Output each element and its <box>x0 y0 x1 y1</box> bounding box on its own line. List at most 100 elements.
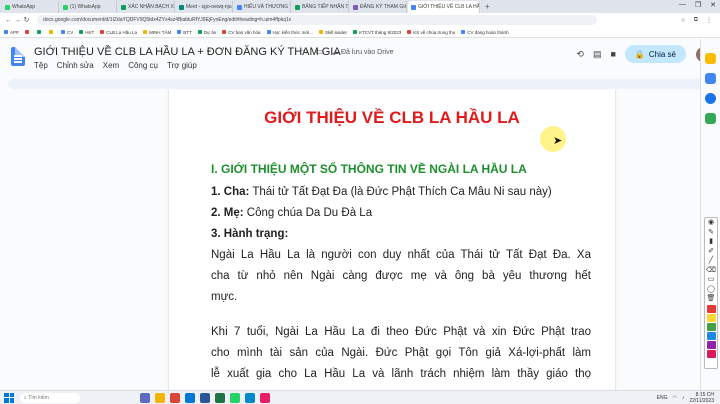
minimize-icon[interactable]: — <box>679 1 686 9</box>
color-red-swatch[interactable] <box>706 304 716 313</box>
bookmark-item[interactable]: CV ban văn hóa <box>222 30 261 35</box>
bookmark-item[interactable]: KS về chùa trung thu <box>407 30 455 35</box>
bookmark-item[interactable]: KTCVT tháng 9/2023 <box>353 30 401 35</box>
line-icon[interactable]: ╱ <box>709 257 713 266</box>
bookmark-star-icon[interactable]: ☆ <box>680 17 685 24</box>
browser-tab[interactable]: Meet - sgo-oewq-nju <box>176 1 233 13</box>
comment-icon[interactable]: ▤ <box>593 49 602 60</box>
wifi-icon[interactable]: ◠ <box>672 395 676 401</box>
windows-start-icon[interactable] <box>4 392 14 403</box>
bookmark-item[interactable]: CV <box>61 30 73 35</box>
browser-tab[interactable]: GIỚI THIỆU VỀ CLB LA HẦU LA <box>408 1 480 13</box>
color-blue-swatch[interactable] <box>706 331 716 340</box>
tab-favicon-icon <box>63 4 68 10</box>
color-yellow-swatch[interactable] <box>706 313 716 322</box>
system-clock[interactable]: 8:15 CH 22/11/2023 <box>689 392 714 404</box>
color-pink-swatch[interactable] <box>706 349 716 358</box>
maximize-icon[interactable]: ❐ <box>695 1 701 9</box>
close-icon[interactable]: ✕ <box>710 1 716 9</box>
menu-item[interactable]: Trợ giúp <box>167 61 197 70</box>
tasks-icon[interactable] <box>705 73 716 84</box>
back-icon[interactable]: ← <box>4 17 13 24</box>
menu-item[interactable]: Chỉnh sửa <box>57 61 94 70</box>
info-field: 1. Cha: Thái tử Tất Đạt Đa (là Đức Phật … <box>211 182 591 203</box>
bookmark-item[interactable]: MINH TÂM <box>143 30 171 35</box>
forward-icon[interactable]: → <box>13 17 22 24</box>
highlighter-icon[interactable]: ▮ <box>709 238 713 247</box>
meet-video-icon[interactable]: ■ <box>610 49 615 59</box>
bookmark-item[interactable]: Dự án <box>197 30 216 35</box>
bookmark-item[interactable] <box>49 30 55 34</box>
excel-icon[interactable] <box>215 392 225 403</box>
color-purple-swatch[interactable] <box>706 340 716 349</box>
contacts-icon[interactable] <box>705 93 716 104</box>
ellipse-icon[interactable]: ◯ <box>707 286 715 295</box>
bookmark-item[interactable]: CLB La Hầu La <box>100 30 137 35</box>
new-tab-button[interactable]: + <box>485 2 490 11</box>
bookmark-icon <box>25 30 30 34</box>
formatting-toolbar[interactable] <box>8 79 712 89</box>
bookmark-icon <box>197 30 202 34</box>
tab-label: BẢNG TIẾP NHẬN THÔNG TIN <box>302 4 349 10</box>
folder-move-icon[interactable]: ▭ <box>315 46 324 57</box>
file-explorer-icon[interactable] <box>155 392 165 403</box>
document-title[interactable]: GIỚI THIỆU VỀ CLB LA HẦU LA + ĐƠN ĐĂNG K… <box>34 46 341 58</box>
bookmark-item[interactable]: HKT <box>79 30 94 35</box>
color-green-swatch[interactable] <box>706 322 716 331</box>
bookmark-item[interactable] <box>37 30 43 34</box>
maps-icon[interactable] <box>705 113 716 124</box>
browser-tab[interactable]: ĐĂNG KÝ THAM GIA CÂU LẠ <box>350 1 407 13</box>
word-icon[interactable] <box>200 392 210 403</box>
browser-tab[interactable]: XÁC NHẬN BẠCH XNTT DAO <box>118 1 175 13</box>
google-docs-logo-icon[interactable] <box>11 47 25 66</box>
bookmark-item[interactable]: CV đang hoàn thành <box>461 30 509 35</box>
saved-status[interactable]: ☁ Đã lưu vào Drive <box>332 48 394 56</box>
share-button[interactable]: 🔒 Chia sẻ <box>624 45 686 63</box>
bookmark-label: MINH TÂM <box>149 29 172 35</box>
browser-menu-icon[interactable]: ⋮ <box>706 17 712 24</box>
extensions-icon[interactable]: ⧉ <box>694 17 698 24</box>
taskbar-app-icon[interactable] <box>140 392 150 403</box>
bookmark-icon <box>37 30 42 34</box>
paragraph-line: cha từ nhỏ nên Ngài càng được mẹ và ông … <box>211 270 591 282</box>
bookmark-item[interactable]: Skill leader <box>319 30 347 35</box>
bookmark-item[interactable]: APP <box>4 30 19 35</box>
chrome-icon[interactable] <box>170 392 180 403</box>
bookmark-item[interactable]: Học kiến thức mới... <box>266 29 314 35</box>
eraser-icon[interactable]: ⌫ <box>706 267 716 276</box>
paragraph-line: lễ xuất gia cho La Hầu La và lãnh trách … <box>211 368 591 380</box>
tab-label: WhatsApp <box>12 4 36 10</box>
rectangle-icon[interactable]: ▭ <box>708 276 715 285</box>
menu-item[interactable]: Công cụ <box>128 61 158 70</box>
brush-icon[interactable]: ✐ <box>708 248 714 257</box>
bookmark-item[interactable]: BTT <box>177 30 192 35</box>
eye-icon[interactable]: ◉ <box>708 219 714 228</box>
reload-icon[interactable]: ↻ <box>22 16 31 24</box>
bookmark-label: Học kiến thức mới... <box>272 29 314 35</box>
taskbar-search[interactable]: ⌕ Tìm kiếm <box>20 392 80 403</box>
browser-tab[interactable]: WhatsApp <box>2 1 59 13</box>
url-field[interactable]: docs.google.com/document/d/1IZdaYQDFV9Q5… <box>37 15 597 25</box>
clear-icon[interactable]: 🗑 <box>707 295 716 304</box>
browser-tab[interactable]: HIẾU VÀ THƯƠNG TỔNG HỢ <box>234 1 291 13</box>
keep-icon[interactable] <box>705 53 716 64</box>
bookmark-item[interactable] <box>25 30 31 34</box>
menu-item[interactable]: Xem <box>103 61 119 70</box>
bookmark-label: Skill leader <box>325 29 348 35</box>
media-app-icon[interactable] <box>260 392 270 403</box>
bookmark-icon <box>353 30 358 34</box>
browser-tab[interactable]: (1) WhatsApp <box>60 1 117 13</box>
language-indicator[interactable]: ENG <box>657 395 668 401</box>
browser-tab-strip: WhatsApp (1) WhatsApp XÁC NHẬN BẠCH XNTT D… <box>0 0 720 13</box>
menu-item[interactable]: Tệp <box>34 61 48 70</box>
side-panel: ◉ ✎ ▮ ✐ ╱ ⌫ ▭ ◯ 🗑 <box>700 39 720 390</box>
history-icon[interactable]: ⟲ <box>576 49 584 60</box>
star-icon[interactable]: ☆ <box>301 46 309 57</box>
whatsapp-icon[interactable] <box>230 392 240 403</box>
volume-icon[interactable]: ♪ <box>682 395 685 401</box>
pen-icon[interactable]: ✎ <box>708 229 714 238</box>
zalo-icon[interactable] <box>245 392 255 403</box>
edge-icon[interactable] <box>185 392 195 403</box>
share-button-label: Chia sẻ <box>648 49 676 59</box>
browser-tab[interactable]: BẢNG TIẾP NHẬN THÔNG TIN <box>292 1 349 13</box>
